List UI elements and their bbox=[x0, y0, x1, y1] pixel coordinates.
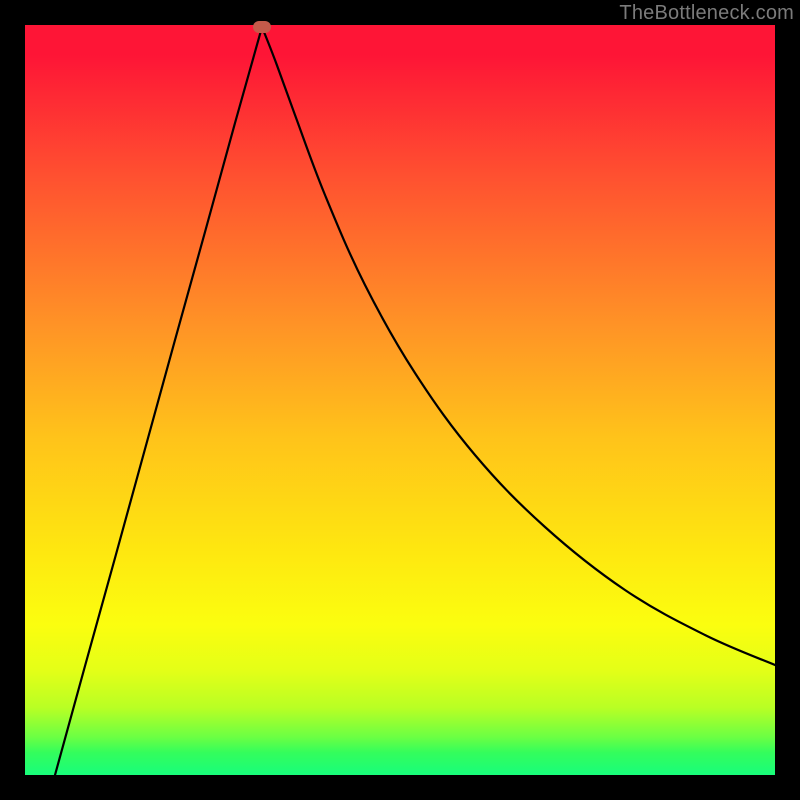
right-branch-path bbox=[262, 27, 775, 665]
left-branch-path bbox=[55, 27, 262, 775]
vertex-marker bbox=[253, 21, 271, 33]
watermark-text: TheBottleneck.com bbox=[619, 2, 794, 25]
chart-frame: TheBottleneck.com bbox=[0, 0, 800, 800]
plot-area bbox=[25, 25, 775, 775]
curve-svg bbox=[25, 25, 775, 775]
